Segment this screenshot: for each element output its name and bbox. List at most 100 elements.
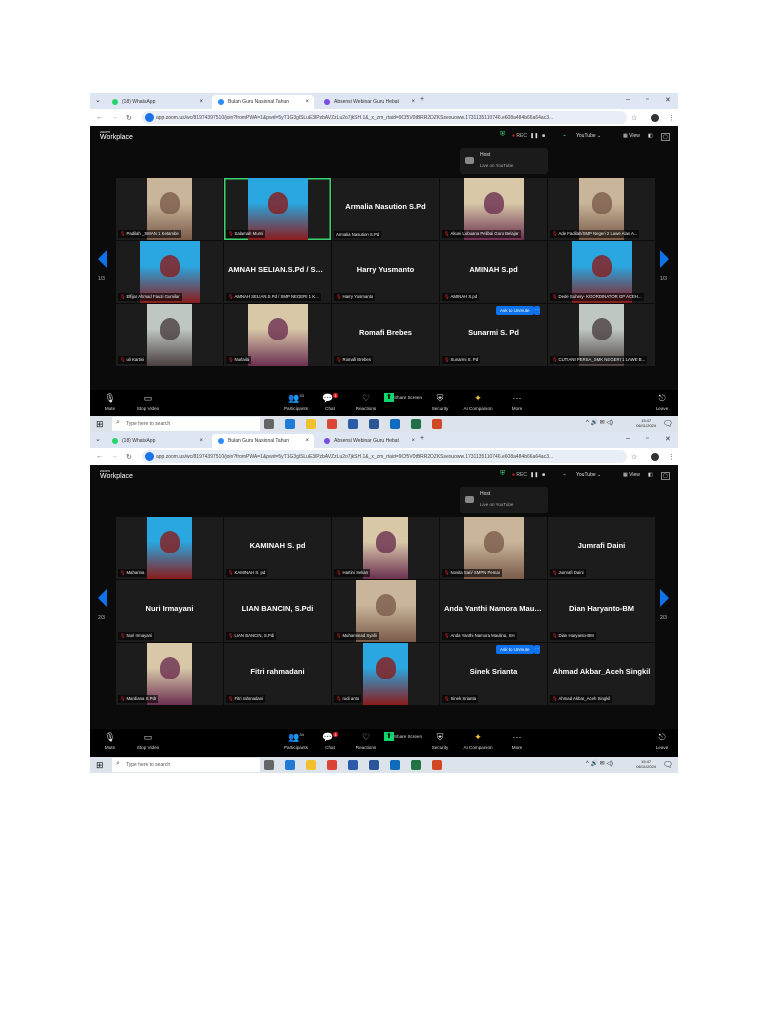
- person-silhouette: [268, 318, 288, 340]
- view-button[interactable]: ▦ View: [623, 133, 640, 139]
- task-view-icon[interactable]: [264, 419, 274, 429]
- windows-start-icon[interactable]: ⊞: [96, 419, 104, 430]
- stop-video-button[interactable]: ▭ Stop Video: [126, 393, 170, 411]
- prev-page-arrow[interactable]: [98, 589, 107, 607]
- ask-to-unmute-button[interactable]: Ask to Unmute: [496, 645, 534, 654]
- close-tab-icon[interactable]: ×: [305, 438, 309, 444]
- more-button[interactable]: ⋯ More: [495, 732, 539, 750]
- back-icon[interactable]: ←: [96, 453, 103, 460]
- maximize-button[interactable]: ▫: [646, 435, 648, 442]
- search-placeholder: Type here to search: [126, 421, 171, 427]
- next-page-arrow[interactable]: [660, 250, 669, 268]
- youtube-dropdown[interactable]: YouTube ⌄: [576, 133, 601, 139]
- mail-icon[interactable]: [390, 419, 400, 429]
- back-icon[interactable]: ←: [96, 114, 103, 121]
- url-input[interactable]: app.zoom.us/wc/81974397510/join?fromPWA=…: [142, 450, 627, 463]
- reload-icon[interactable]: ↻: [126, 453, 132, 461]
- menu-kebab-icon[interactable]: ⋮: [668, 453, 675, 461]
- minimize-button[interactable]: –: [626, 435, 630, 442]
- new-tab-button[interactable]: +: [420, 435, 424, 442]
- view-button[interactable]: ▦ View: [623, 472, 640, 478]
- edge-icon[interactable]: [285, 760, 295, 770]
- forward-icon[interactable]: →: [111, 453, 118, 460]
- store-icon[interactable]: [348, 419, 358, 429]
- next-page-arrow[interactable]: [660, 589, 669, 607]
- notification-icon[interactable]: 🗨: [663, 419, 673, 428]
- powerpoint-icon[interactable]: [432, 760, 442, 770]
- taskbar-clock[interactable]: 15:47 06/11/2024: [636, 418, 656, 428]
- chrome-icon[interactable]: [327, 419, 337, 429]
- system-tray-icons[interactable]: ^ 🔊 ✉ ◁): [586, 419, 613, 426]
- stop-video-button[interactable]: ▭ Stop Video: [126, 732, 170, 750]
- stop-recording-icon[interactable]: ■: [542, 472, 545, 478]
- menu-kebab-icon[interactable]: ⋮: [668, 114, 675, 122]
- excel-icon[interactable]: [411, 419, 421, 429]
- youtube-dropdown[interactable]: YouTube ⌄: [576, 472, 601, 478]
- tab-2[interactable]: Absensi Webinar Guru Hebat ×: [318, 434, 420, 448]
- toolbar-label: More: [511, 745, 523, 750]
- ai-companion-button[interactable]: ✦ AI Companion: [456, 393, 500, 411]
- close-tab-icon[interactable]: ×: [411, 99, 415, 105]
- powerpoint-icon[interactable]: [432, 419, 442, 429]
- tab-1[interactable]: Bulan Guru Nasional Tahun ×: [212, 434, 314, 448]
- taskbar-search-input[interactable]: ⌕ Type here to search: [112, 417, 260, 431]
- unmute-options-button[interactable]: …: [534, 306, 540, 315]
- live-stream-icon[interactable]: ⌁: [563, 133, 566, 139]
- minimize-button[interactable]: –: [626, 96, 630, 103]
- unmute-options-button[interactable]: …: [534, 645, 540, 654]
- excel-icon[interactable]: [411, 760, 421, 770]
- bookmark-star-icon[interactable]: ☆: [631, 453, 637, 461]
- ask-to-unmute-button[interactable]: Ask to Unmute: [496, 306, 534, 315]
- minimize-meeting-icon[interactable]: ◧: [648, 133, 653, 139]
- tab-search-icon[interactable]: ⌄: [95, 96, 101, 104]
- tab-0[interactable]: (18) WhatsApp ×: [106, 434, 208, 448]
- notification-icon[interactable]: 🗨: [663, 760, 673, 769]
- chrome-icon[interactable]: [327, 760, 337, 770]
- profile-avatar[interactable]: [651, 114, 659, 122]
- close-tab-icon[interactable]: ×: [411, 438, 415, 444]
- live-stream-icon[interactable]: ⌁: [563, 472, 566, 478]
- ai-companion-button[interactable]: ✦ AI Companion: [456, 732, 500, 750]
- more-button[interactable]: ⋯ More: [495, 393, 539, 411]
- word-icon[interactable]: [369, 419, 379, 429]
- task-view-icon[interactable]: [264, 760, 274, 770]
- leave-button[interactable]: ⎋ Leave: [640, 732, 678, 750]
- url-text: app.zoom.us/wc/81974397510/join?fromPWA=…: [156, 453, 554, 460]
- pause-recording-icon[interactable]: ❚❚: [530, 472, 538, 478]
- new-tab-button[interactable]: +: [420, 96, 424, 103]
- close-window-button[interactable]: ✕: [665, 435, 671, 443]
- tab-2[interactable]: Absensi Webinar Guru Hebat ×: [318, 95, 420, 109]
- tab-0[interactable]: (18) WhatsApp ×: [106, 95, 208, 109]
- taskbar-search-input[interactable]: ⌕ Type here to search: [112, 758, 260, 772]
- mail-icon[interactable]: [390, 760, 400, 770]
- store-icon[interactable]: [348, 760, 358, 770]
- leave-button[interactable]: ⎋ Leave: [640, 393, 678, 411]
- close-window-button[interactable]: ✕: [665, 96, 671, 104]
- file-explorer-icon[interactable]: [306, 419, 316, 429]
- file-explorer-icon[interactable]: [306, 760, 316, 770]
- forward-icon[interactable]: →: [111, 114, 118, 121]
- fullscreen-icon[interactable]: ▢: [661, 133, 670, 141]
- windows-start-icon[interactable]: ⊞: [96, 760, 104, 771]
- taskbar-clock[interactable]: 15:47 06/11/2024: [636, 759, 656, 769]
- prev-page-arrow[interactable]: [98, 250, 107, 268]
- close-tab-icon[interactable]: ×: [305, 99, 309, 105]
- close-tab-icon[interactable]: ×: [199, 438, 203, 444]
- url-input[interactable]: app.zoom.us/wc/81974397510/join?fromPWA=…: [142, 111, 627, 124]
- profile-avatar[interactable]: [651, 453, 659, 461]
- minimize-meeting-icon[interactable]: ◧: [648, 472, 653, 478]
- maximize-button[interactable]: ▫: [646, 96, 648, 103]
- toolbar-label: Security: [431, 745, 449, 750]
- participant-label-text: Sinek Srianta: [450, 696, 477, 701]
- system-tray-icons[interactable]: ^ 🔊 ✉ ◁): [586, 760, 613, 767]
- tab-search-icon[interactable]: ⌄: [95, 435, 101, 443]
- stop-recording-icon[interactable]: ■: [542, 133, 545, 139]
- reload-icon[interactable]: ↻: [126, 114, 132, 122]
- tab-1[interactable]: Bulan Guru Nasional Tahun ×: [212, 95, 314, 109]
- word-icon[interactable]: [369, 760, 379, 770]
- pause-recording-icon[interactable]: ❚❚: [530, 133, 538, 139]
- close-tab-icon[interactable]: ×: [199, 99, 203, 105]
- bookmark-star-icon[interactable]: ☆: [631, 114, 637, 122]
- edge-icon[interactable]: [285, 419, 295, 429]
- fullscreen-icon[interactable]: ▢: [661, 472, 670, 480]
